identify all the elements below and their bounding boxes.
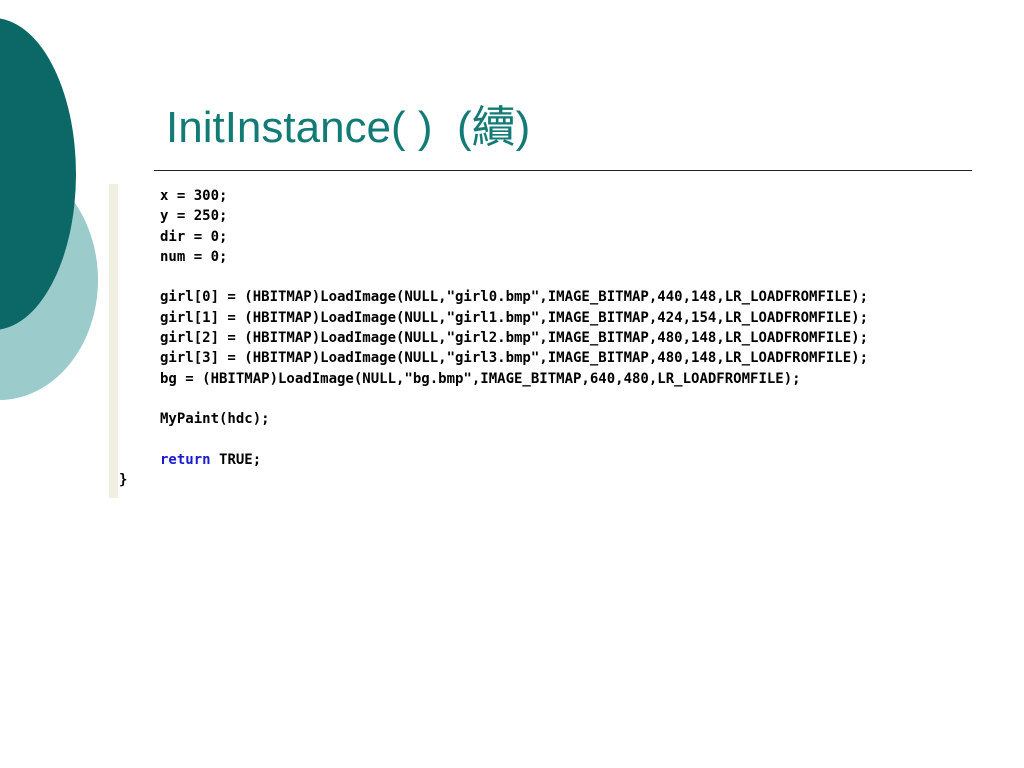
code-line: y = 250; xyxy=(160,208,228,225)
slide-title: InitInstance( ) (續) xyxy=(166,103,531,152)
code-line: girl[1] = (HBITMAP)LoadImage(NULL,"girl1… xyxy=(160,309,869,326)
title-underline xyxy=(154,170,972,171)
code-line: num = 0; xyxy=(160,248,228,265)
code-line: bg = (HBITMAP)LoadImage(NULL,"bg.bmp",IM… xyxy=(160,370,801,387)
code-line: x = 300; xyxy=(160,188,228,204)
code-line-return: return TRUE; xyxy=(119,450,1019,470)
code-gutter xyxy=(109,184,118,498)
code-line: girl[3] = (HBITMAP)LoadImage(NULL,"girl3… xyxy=(160,350,869,367)
code-line: dir = 0; xyxy=(160,228,228,245)
code-line: girl[2] = (HBITMAP)LoadImage(NULL,"girl2… xyxy=(160,330,869,347)
code-line: girl[0] = (HBITMAP)LoadImage(NULL,"girl0… xyxy=(160,289,869,306)
slide: InitInstance( ) (續) x = 300; y = 250; di… xyxy=(0,0,1024,768)
code-snippet: x = 300; y = 250; dir = 0; num = 0; girl… xyxy=(119,186,1019,490)
code-line: MyPaint(hdc); xyxy=(160,411,270,428)
return-keyword: return xyxy=(160,451,211,468)
return-value: TRUE; xyxy=(219,451,262,468)
code-line-closing-brace: } xyxy=(119,472,128,489)
